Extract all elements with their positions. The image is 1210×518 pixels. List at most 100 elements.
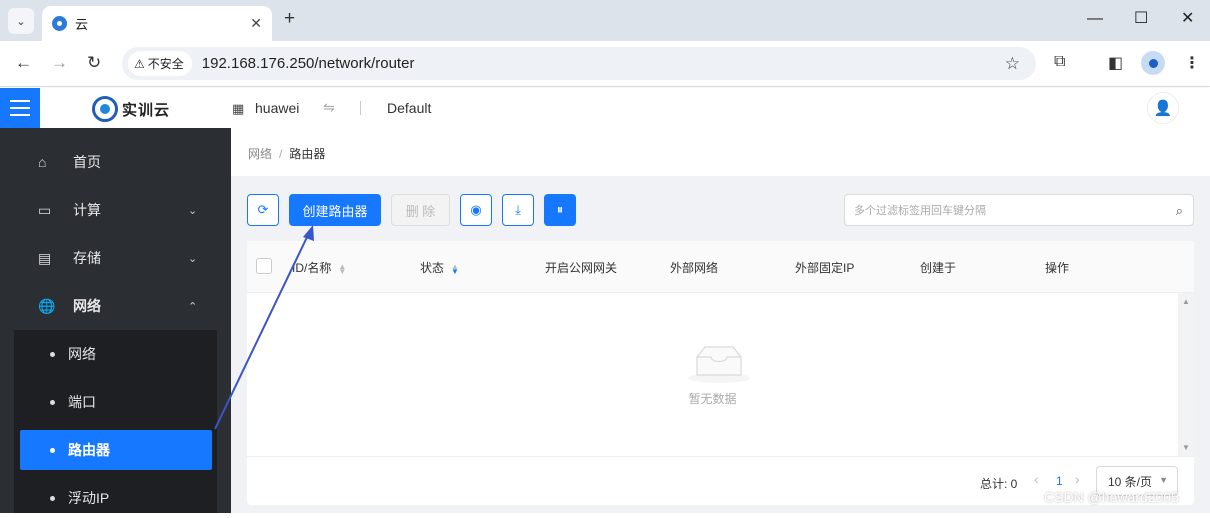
bookmark-star-icon[interactable]: ☆	[1005, 54, 1020, 74]
switch-project-icon[interactable]: ⇋	[323, 99, 335, 116]
pause-icon: ⏸	[556, 202, 564, 217]
menu-toggle-icon[interactable]	[0, 88, 40, 128]
submenu-label: 端口	[68, 394, 96, 410]
domain-name[interactable]: Default	[387, 100, 431, 116]
address-bar[interactable]: ⚠ 不安全 192.168.176.250/network/router ☆	[122, 47, 1036, 80]
column-header[interactable]: ID/名称 ▲ ▼	[292, 259, 346, 276]
submenu-item-network[interactable]: 网络	[14, 334, 217, 374]
bullet-icon	[50, 351, 55, 357]
search-icon[interactable]: ⌕	[1176, 203, 1183, 219]
tab-search-dropdown-icon[interactable]: ⌄	[8, 8, 34, 34]
breadcrumb-separator: /	[279, 147, 283, 161]
refresh-button[interactable]: ⟳	[247, 194, 279, 226]
header-divider	[360, 101, 361, 115]
router-table: ID/名称 ▲ ▼ 状态 ▲ ▼ 开启公网网关 外部网络 外部固定IP 创建于 操作 ▲…	[247, 241, 1194, 505]
column-header: 开启公网网关	[545, 261, 618, 275]
breadcrumb-bar: 网络 / 路由器	[231, 128, 1210, 176]
monitor-icon: ▭	[38, 201, 52, 218]
router-panel: ⟳ 创建路由器 删 除 ◉ ⤓ ⏸ 多个过滤标签用回车键分隔 ⌕ ID/名称 ▲ ▼…	[231, 176, 1210, 513]
storage-icon: ▤	[38, 249, 52, 266]
eye-icon: ◉	[470, 202, 482, 217]
empty-box-icon	[688, 346, 750, 383]
table-scrollbar[interactable]: ▲ ▼	[1178, 293, 1194, 456]
watermark: CSDN @howard2005	[1044, 489, 1179, 505]
refresh-icon: ⟳	[257, 202, 269, 217]
favicon-icon	[52, 16, 67, 31]
submenu-label: 路由器	[68, 442, 110, 458]
submenu-item-router[interactable]: 路由器	[20, 430, 212, 470]
breadcrumb-parent[interactable]: 网络	[248, 147, 272, 161]
main-content: 网络 / 路由器 ⟳ 创建路由器 删 除 ◉ ⤓ ⏸ 多个过滤标签用回车键分隔 ⌕ …	[231, 128, 1210, 513]
extensions-icon[interactable]: ⧉	[1054, 53, 1065, 71]
breadcrumb: 网络 / 路由器	[248, 145, 325, 162]
empty-text: 暂无数据	[688, 392, 737, 406]
chevron-up-icon: ⌃	[188, 300, 198, 313]
logo-icon	[92, 96, 118, 122]
globe-icon: 🌐	[38, 297, 56, 314]
table-header: ID/名称 ▲ ▼ 状态 ▲ ▼ 开启公网网关 外部网络 外部固定IP 创建于 操作	[247, 241, 1194, 293]
view-button[interactable]: ◉	[460, 194, 492, 226]
sort-icon[interactable]: ▲ ▼	[451, 262, 459, 275]
warning-icon: ⚠	[134, 56, 145, 71]
browser-tab-bar: ⌄ 云 ✕ + — ☐ ✕	[0, 0, 1210, 41]
more-menu-icon[interactable]: ⋮	[1184, 53, 1200, 73]
next-page-icon[interactable]: ›	[1075, 471, 1080, 487]
sidebar-item-network[interactable]: 🌐 网络 ⌃	[0, 282, 231, 330]
side-panel-icon[interactable]: ◧	[1108, 53, 1123, 73]
logo-text: 实训云	[122, 101, 171, 119]
sidebar-item-label: 计算	[73, 202, 101, 218]
sidebar-item-storage[interactable]: ▤ 存储 ⌄	[0, 234, 231, 282]
bullet-icon	[50, 399, 55, 405]
app-header: 实训云 ▦ huawei ⇋ Default 👤	[0, 88, 1210, 128]
chevron-down-icon: ▼	[1159, 475, 1168, 485]
profile-avatar-icon[interactable]	[1141, 51, 1165, 75]
bullet-icon	[50, 447, 55, 453]
sidebar-item-label: 首页	[73, 154, 101, 170]
current-page[interactable]: 1	[1056, 474, 1063, 488]
back-icon[interactable]: ←	[15, 54, 32, 72]
create-router-button[interactable]: 创建路由器	[289, 194, 381, 226]
submenu-item-port[interactable]: 端口	[14, 382, 217, 422]
scroll-up-icon[interactable]: ▲	[1182, 297, 1190, 306]
prev-page-icon[interactable]: ‹	[1034, 471, 1039, 487]
sort-icon[interactable]: ▲ ▼	[338, 262, 346, 275]
security-label: 不安全	[147, 57, 184, 71]
column-header: 创建于	[920, 261, 957, 275]
submenu-item-floating-ip[interactable]: 浮动IP	[14, 478, 217, 518]
reload-icon[interactable]: ↻	[87, 54, 101, 72]
forward-icon[interactable]: →	[51, 54, 68, 72]
delete-button[interactable]: 删 除	[391, 194, 450, 226]
column-header: 外部固定IP	[795, 261, 855, 275]
sidebar: ⌂ 首页 ▭ 计算 ⌄ ▤ 存储 ⌄ 🌐 网络 ⌃ 网络 端口 路由器 浮动IP	[0, 128, 231, 513]
tab-title: 云	[75, 17, 89, 32]
scroll-down-icon[interactable]: ▼	[1182, 443, 1190, 452]
filter-search-input[interactable]: 多个过滤标签用回车键分隔 ⌕	[844, 194, 1194, 226]
window-close-icon[interactable]: ✕	[1181, 11, 1194, 27]
sidebar-item-compute[interactable]: ▭ 计算 ⌄	[0, 186, 231, 234]
project-grid-icon: ▦	[232, 101, 245, 116]
submenu-label: 浮动IP	[68, 490, 110, 506]
app-logo: 实训云	[92, 96, 170, 122]
sidebar-item-label: 存储	[73, 250, 101, 266]
total-count: 总计: 0	[980, 477, 1018, 491]
column-header: 操作	[1045, 261, 1070, 275]
browser-toolbar: ← → ↻ ⚠ 不安全 192.168.176.250/network/rout…	[0, 41, 1210, 87]
pause-button[interactable]: ⏸	[544, 194, 576, 226]
sidebar-item-home[interactable]: ⌂ 首页	[0, 138, 231, 186]
tab-close-icon[interactable]: ✕	[250, 15, 262, 32]
project-name[interactable]: huawei	[255, 100, 299, 116]
user-avatar-icon[interactable]: 👤	[1147, 92, 1179, 124]
search-placeholder: 多个过滤标签用回车键分隔	[854, 205, 986, 217]
download-icon: ⤓	[515, 202, 521, 217]
url-text[interactable]: 192.168.176.250/network/router	[202, 55, 415, 72]
home-icon: ⌂	[38, 154, 47, 170]
browser-tab[interactable]: 云 ✕	[42, 6, 272, 41]
security-chip[interactable]: ⚠ 不安全	[128, 51, 192, 76]
page-size-value: 10 条/页	[1108, 474, 1153, 489]
maximize-icon[interactable]: ☐	[1134, 11, 1148, 27]
download-button[interactable]: ⤓	[502, 194, 534, 226]
new-tab-icon[interactable]: +	[284, 9, 295, 29]
select-all-checkbox[interactable]	[256, 258, 272, 274]
column-header[interactable]: 状态 ▲ ▼	[420, 259, 459, 276]
minimize-icon[interactable]: —	[1087, 11, 1103, 27]
